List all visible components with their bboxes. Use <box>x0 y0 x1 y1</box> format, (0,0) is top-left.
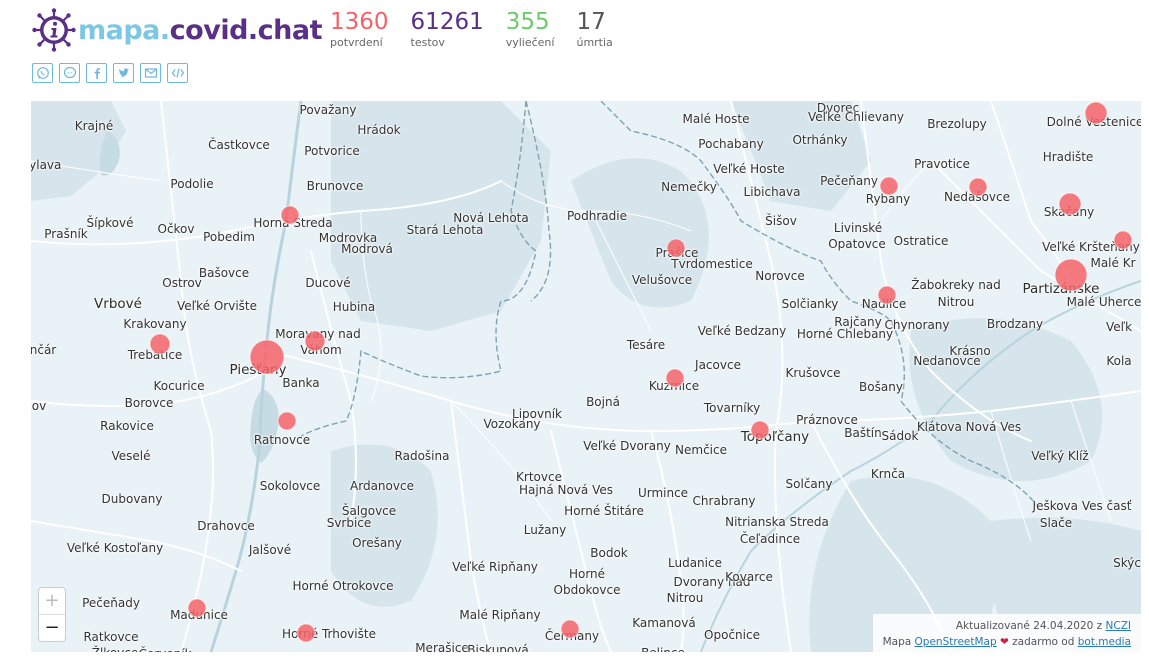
twitter-icon <box>118 68 129 78</box>
case-markers <box>149 101 1133 643</box>
stat-potvrdení: 1360 potvrdení <box>330 8 389 50</box>
case-marker[interactable] <box>1084 101 1108 125</box>
zoom-in-button[interactable]: + <box>39 588 65 615</box>
logo-text-part2: covid.chat <box>169 14 323 46</box>
stat-value: 17 <box>576 9 606 35</box>
map-prefix-text: Mapa <box>882 636 912 648</box>
attribution-map: Mapa OpenStreetMap ❤ zadarmo od bot.medi… <box>883 634 1131 650</box>
nczi-link[interactable]: NCZI <box>1106 620 1131 632</box>
case-marker[interactable] <box>1058 192 1082 216</box>
virus-info-icon <box>32 8 76 52</box>
zoom-out-button[interactable]: − <box>39 615 65 641</box>
stats: 1360 potvrdení 61261 testov 355 vyliečení 17 úm… <box>330 8 635 50</box>
stat-value: 61261 <box>410 9 484 35</box>
stat-value: 355 <box>505 9 550 35</box>
facebook-share-button[interactable] <box>86 63 107 83</box>
case-marker[interactable] <box>560 619 580 639</box>
embed-share-button[interactable] <box>167 63 188 83</box>
logo-text-part1: mapa. <box>78 14 170 46</box>
messenger-icon <box>63 66 76 79</box>
case-marker[interactable] <box>750 420 770 440</box>
osm-link[interactable]: OpenStreetMap <box>915 636 997 648</box>
attribution: Aktualizované 24.04.2020 z NCZI Mapa Ope… <box>872 614 1141 652</box>
stat-label: vyliečení <box>505 36 555 49</box>
stat-vyliečení: 355 vyliečení <box>506 8 555 50</box>
stat-label: testov <box>410 36 445 49</box>
zoom-control: + − <box>39 588 65 641</box>
case-marker[interactable] <box>280 205 300 225</box>
facebook-icon <box>94 68 100 79</box>
stat-úmrtia: 17 úmrtia <box>576 8 612 50</box>
case-marker[interactable] <box>877 285 897 305</box>
botmedia-link[interactable]: bot.media <box>1078 636 1131 648</box>
whatsapp-icon <box>36 67 49 79</box>
updated-text: Aktualizované 24.04.2020 z <box>955 620 1103 632</box>
case-marker[interactable] <box>666 238 686 258</box>
case-marker[interactable] <box>1113 230 1133 250</box>
messenger-share-button[interactable] <box>59 63 80 83</box>
stat-value: 1360 <box>330 9 389 35</box>
case-marker[interactable] <box>249 339 285 375</box>
logo[interactable]: mapa.covid.chat <box>32 8 323 52</box>
attribution-updated: Aktualizované 24.04.2020 z NCZI <box>883 618 1131 634</box>
stat-label: úmrtia <box>576 36 613 49</box>
case-marker[interactable] <box>879 176 899 196</box>
case-marker[interactable] <box>1054 258 1088 292</box>
case-marker[interactable] <box>187 598 207 618</box>
share-buttons <box>32 63 194 83</box>
email-share-button[interactable] <box>140 63 161 83</box>
case-marker[interactable] <box>149 333 171 355</box>
case-marker[interactable] <box>968 177 988 197</box>
logo-text: mapa.covid.chat <box>78 14 323 46</box>
map[interactable]: PovažanyKrajnéHrádokČastkovcePotvoriceky… <box>31 101 1141 652</box>
case-marker[interactable] <box>665 368 685 388</box>
case-marker[interactable] <box>277 411 297 431</box>
twitter-share-button[interactable] <box>113 63 134 83</box>
header: mapa.covid.chat 1360 potvrdení 61261 testov… <box>0 0 1149 100</box>
whatsapp-share-button[interactable] <box>32 63 53 83</box>
free-from-text: zadarmo od <box>1012 636 1075 648</box>
embed-icon <box>171 68 184 78</box>
email-icon <box>144 68 157 78</box>
heart-icon: ❤ <box>999 636 1009 648</box>
case-marker[interactable] <box>304 330 326 352</box>
case-marker[interactable] <box>296 623 316 643</box>
stat-label: potvrdení <box>330 36 383 49</box>
stat-testov: 61261 testov <box>411 8 484 50</box>
